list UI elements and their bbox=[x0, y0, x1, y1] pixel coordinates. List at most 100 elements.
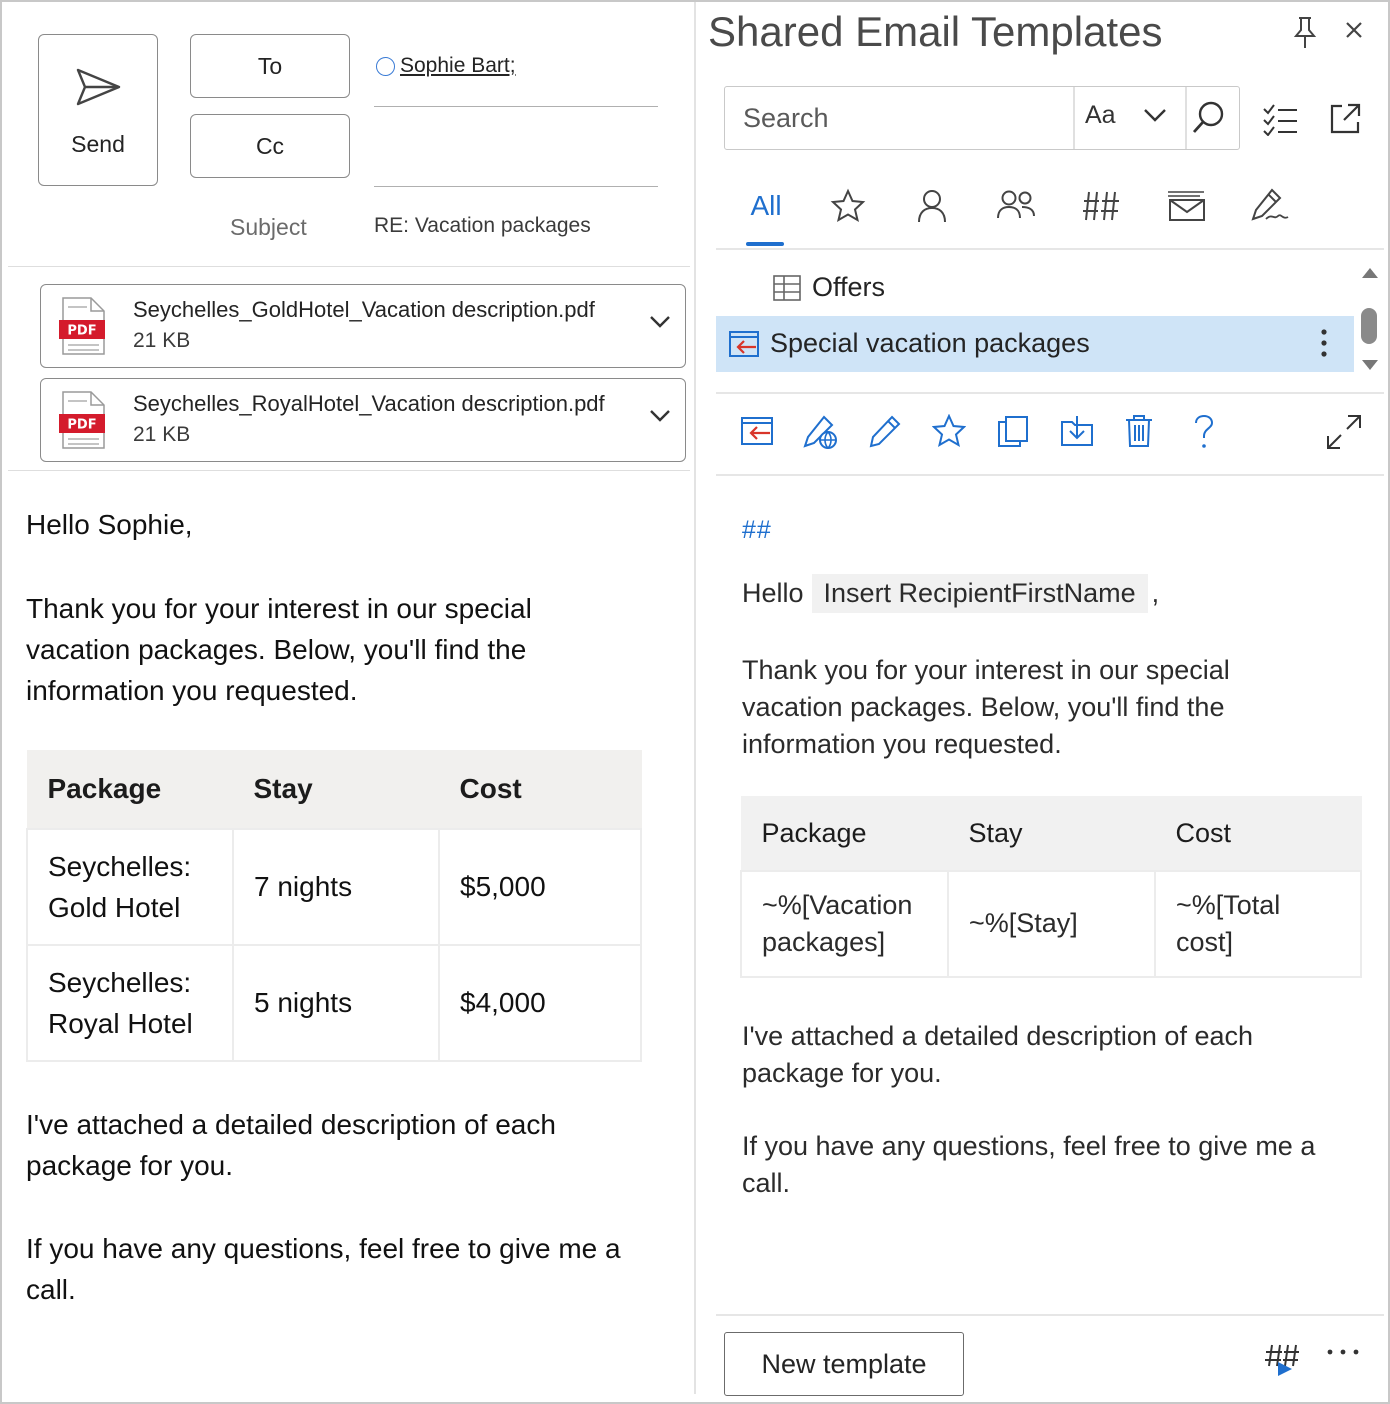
attachment-card[interactable]: PDF Seychelles_GoldHotel_Vacation descri… bbox=[40, 284, 686, 368]
insert-macro-icon[interactable] bbox=[1264, 1342, 1300, 1376]
email-closing[interactable]: If you have any questions, feel free to … bbox=[26, 1228, 626, 1310]
help-icon[interactable] bbox=[1192, 414, 1216, 450]
templates-pane: Shared Email Templates Aa All bbox=[696, 2, 1388, 1402]
table-header-row: Package Stay Cost bbox=[26, 750, 642, 829]
expand-icon[interactable] bbox=[1326, 414, 1362, 450]
table-cell: Seychelles: Royal Hotel bbox=[26, 943, 234, 1062]
attachments-divider bbox=[8, 470, 690, 471]
signature-icon[interactable] bbox=[1250, 186, 1290, 224]
pdf-file-icon: PDF bbox=[59, 391, 105, 449]
star-icon[interactable] bbox=[932, 414, 966, 448]
tab-active-indicator bbox=[746, 242, 784, 246]
attachment-name: Seychelles_GoldHotel_Vacation descriptio… bbox=[133, 297, 595, 322]
attachment-size: 21 KB bbox=[133, 329, 191, 352]
mail-stack-icon[interactable] bbox=[1166, 190, 1206, 222]
new-template-button[interactable]: New template bbox=[724, 1332, 964, 1396]
table-header-row: Package Stay Cost bbox=[740, 796, 1362, 871]
footer-divider bbox=[716, 1314, 1384, 1316]
email-attached-note[interactable]: I've attached a detailed description of … bbox=[26, 1104, 646, 1186]
table-header-cell: Package bbox=[740, 796, 949, 871]
compose-pane: Send To Cc Sophie Bart; Subject RE: Vaca… bbox=[2, 2, 694, 1402]
chevron-down-icon[interactable] bbox=[649, 315, 671, 329]
pin-icon[interactable] bbox=[1292, 16, 1318, 50]
tree-divider bbox=[716, 392, 1384, 394]
copy-icon[interactable] bbox=[996, 414, 1030, 448]
checklist-icon[interactable] bbox=[1262, 102, 1298, 136]
pencil-icon[interactable] bbox=[868, 414, 902, 448]
search-box[interactable]: Aa bbox=[724, 86, 1240, 150]
table-header-cell: Stay bbox=[947, 796, 1156, 871]
chevron-down-icon[interactable] bbox=[1143, 107, 1167, 123]
preview-hello-line: Hello Insert RecipientFirstName , bbox=[742, 574, 1159, 613]
chevron-down-icon[interactable] bbox=[649, 409, 671, 423]
attachment-card[interactable]: PDF Seychelles_RoyalHotel_Vacation descr… bbox=[40, 378, 686, 462]
email-table[interactable]: Package Stay Cost Seychelles: Gold Hotel… bbox=[26, 750, 642, 1062]
table-cell: 5 nights bbox=[232, 943, 440, 1062]
scrollbar-thumb[interactable] bbox=[1361, 308, 1377, 344]
close-icon[interactable] bbox=[1344, 20, 1364, 40]
table-cell: 7 nights bbox=[232, 827, 440, 946]
person-icon[interactable] bbox=[916, 188, 948, 224]
table-cell: Seychelles: Gold Hotel bbox=[26, 827, 234, 946]
table-row: Seychelles: Gold Hotel 7 nights $5,000 bbox=[26, 827, 642, 946]
search-icon[interactable] bbox=[1191, 99, 1227, 135]
email-greeting[interactable]: Hello Sophie, bbox=[26, 504, 666, 545]
insert-template-icon[interactable] bbox=[740, 414, 774, 446]
search-input[interactable] bbox=[743, 99, 1063, 137]
open-in-window-icon[interactable] bbox=[1328, 102, 1362, 136]
tabs-divider bbox=[716, 248, 1384, 250]
table-cell: $4,000 bbox=[438, 943, 642, 1062]
scroll-up-icon[interactable] bbox=[1360, 266, 1380, 280]
match-case-toggle[interactable]: Aa bbox=[1085, 101, 1116, 130]
send-icon bbox=[76, 68, 121, 106]
tree-folder-offers[interactable]: Offers bbox=[772, 272, 885, 303]
header-divider bbox=[8, 266, 690, 267]
move-to-folder-icon[interactable] bbox=[1060, 414, 1094, 448]
preview-marker: ## bbox=[742, 516, 772, 544]
attachment-size: 21 KB bbox=[133, 423, 191, 446]
table-cell: ~%[Vacation packages] bbox=[740, 869, 949, 978]
recipient-name: Sophie Bart; bbox=[400, 54, 516, 77]
preview-table: Package Stay Cost ~%[Vacation packages] … bbox=[740, 796, 1362, 978]
macro-placeholder[interactable]: Insert RecipientFirstName bbox=[811, 574, 1148, 613]
table-cell: ~%[Total cost] bbox=[1154, 869, 1362, 978]
scroll-down-icon[interactable] bbox=[1360, 358, 1380, 372]
cc-field-underline bbox=[374, 186, 658, 187]
table-cell: ~%[Stay] bbox=[947, 869, 1156, 978]
table-header-cell: Package bbox=[26, 750, 234, 829]
preview-comma: , bbox=[1151, 578, 1160, 608]
table-row: Seychelles: Royal Hotel 5 nights $4,000 bbox=[26, 943, 642, 1062]
search-separator bbox=[1185, 87, 1187, 149]
recipient-chip[interactable]: Sophie Bart; bbox=[376, 54, 516, 78]
presence-icon bbox=[376, 56, 395, 76]
folder-table-icon bbox=[773, 274, 801, 301]
hashtag-icon[interactable] bbox=[1082, 190, 1120, 222]
people-icon[interactable] bbox=[996, 188, 1036, 222]
tree-item-label: Special vacation packages bbox=[770, 328, 1090, 358]
table-row: ~%[Vacation packages] ~%[Stay] ~%[Total … bbox=[740, 869, 1362, 978]
subject-field[interactable]: RE: Vacation packages bbox=[374, 214, 591, 238]
email-intro[interactable]: Thank you for your interest in our speci… bbox=[26, 588, 606, 711]
pdf-badge: PDF bbox=[67, 324, 96, 339]
preview-intro: Thank you for your interest in our speci… bbox=[742, 655, 1230, 759]
star-icon[interactable] bbox=[830, 188, 866, 224]
pdf-file-icon: PDF bbox=[59, 297, 105, 355]
attachment-name: Seychelles_RoyalHotel_Vacation descripti… bbox=[133, 391, 605, 416]
more-horizontal-icon[interactable] bbox=[1326, 1348, 1360, 1356]
trash-icon[interactable] bbox=[1124, 414, 1154, 448]
to-button[interactable]: To bbox=[190, 34, 350, 98]
preview-attached-note: I've attached a detailed description of … bbox=[742, 1021, 1253, 1088]
tree-item-special-vacation-packages[interactable]: Special vacation packages bbox=[728, 328, 1090, 359]
preview-hello: Hello bbox=[742, 578, 804, 608]
edit-with-globe-icon[interactable] bbox=[802, 414, 838, 450]
tab-all[interactable]: All bbox=[738, 190, 794, 250]
table-header-cell: Cost bbox=[1154, 796, 1362, 871]
pdf-badge: PDF bbox=[67, 418, 96, 433]
more-vertical-icon[interactable] bbox=[1320, 328, 1328, 358]
cc-button[interactable]: Cc bbox=[190, 114, 350, 178]
toolbar-divider bbox=[716, 474, 1384, 476]
preview-closing: If you have any questions, feel free to … bbox=[742, 1131, 1316, 1198]
to-field-underline bbox=[374, 106, 658, 107]
send-label: Send bbox=[71, 131, 125, 157]
send-button[interactable]: Send bbox=[38, 34, 158, 186]
